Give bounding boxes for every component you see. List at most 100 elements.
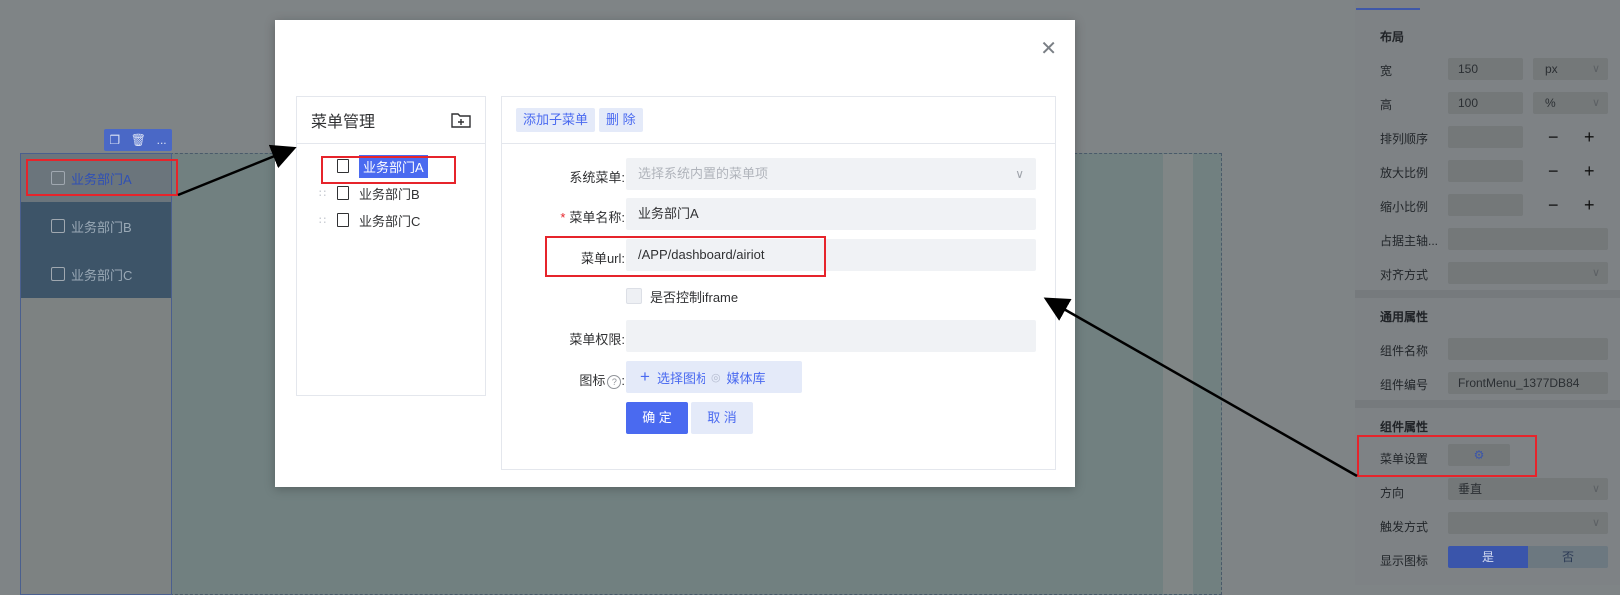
system-menu-label: 系统菜单: xyxy=(569,170,625,185)
section-divider xyxy=(1355,290,1620,298)
annotation-box-menu-settings xyxy=(1357,435,1537,477)
permission-label: 菜单权限: xyxy=(569,332,625,347)
annotation-box-menu-url xyxy=(545,236,826,277)
chevron-down-icon: ∨ xyxy=(1591,517,1600,529)
tree-node[interactable]: ∷ 业务部门C xyxy=(319,208,420,232)
component-name-label: 组件名称 xyxy=(1380,344,1429,358)
system-menu-select[interactable]: 选择系统内置的菜单项 ∨ xyxy=(626,158,1036,190)
component-id-label: 组件编号 xyxy=(1380,378,1429,392)
icon-field-label: 图标?: xyxy=(579,373,625,389)
align-label: 对齐方式 xyxy=(1380,268,1429,282)
confirm-button[interactable]: 确 定 xyxy=(626,402,688,434)
add-child-menu-button[interactable]: 添加子菜单 xyxy=(516,108,596,132)
show-icon-yes-button[interactable]: 是 xyxy=(1448,546,1528,568)
file-icon xyxy=(51,219,65,233)
canvas-scroll-strip xyxy=(1163,154,1193,594)
iframe-checkbox-label: 是否控制iframe xyxy=(650,290,739,305)
menu-name-input[interactable]: 业务部门A xyxy=(626,198,1036,230)
drag-handle-icon[interactable]: ∷ xyxy=(319,187,337,200)
help-icon[interactable]: ? xyxy=(607,375,622,389)
shrink-minus-button[interactable]: − xyxy=(1548,194,1559,216)
copy-icon[interactable]: ❐ xyxy=(109,133,120,147)
trigger-label: 触发方式 xyxy=(1380,520,1429,534)
section-title-general: 通用属性 xyxy=(1380,310,1429,324)
shrink-label: 缩小比例 xyxy=(1380,200,1429,214)
width-unit-value: px xyxy=(1545,62,1558,76)
width-label: 宽 xyxy=(1380,64,1393,78)
direction-select[interactable]: 垂直 ∨ xyxy=(1448,478,1608,500)
trash-icon[interactable]: 🗑 xyxy=(131,133,146,147)
grow-minus-button[interactable]: − xyxy=(1548,160,1559,182)
shrink-input[interactable] xyxy=(1448,194,1523,216)
menu-tree-title: 菜单管理 xyxy=(311,114,376,131)
menu-tree-panel: 菜单管理 业务部门A ∷ 业务部门B ∷ 业务部门C xyxy=(296,96,486,396)
chevron-down-icon: ∨ xyxy=(1591,483,1600,495)
choose-icon-button[interactable]: 选择图标 xyxy=(657,368,705,387)
active-tab-indicator xyxy=(1356,8,1420,10)
more-button[interactable]: ... xyxy=(157,133,167,147)
align-select[interactable]: ∨ xyxy=(1448,262,1608,284)
canvas-menu-item[interactable]: 业务部门B xyxy=(21,202,171,250)
file-icon xyxy=(51,267,65,281)
permission-input[interactable] xyxy=(626,320,1036,352)
annotation-box-canvas-item xyxy=(26,159,178,196)
plus-icon: + xyxy=(640,367,650,386)
chevron-down-icon: ∨ xyxy=(1015,167,1024,181)
tree-node[interactable]: ∷ 业务部门B xyxy=(319,181,420,205)
width-unit-select[interactable]: px ∨ xyxy=(1533,58,1608,80)
canvas-menu-item[interactable]: 业务部门C xyxy=(21,250,171,298)
height-input[interactable]: 100 xyxy=(1448,92,1523,114)
section-title-layout: 布局 xyxy=(1380,30,1405,44)
show-icon-no-button[interactable]: 否 xyxy=(1528,546,1608,568)
delete-menu-button[interactable]: 删 除 xyxy=(599,108,643,132)
grow-input[interactable] xyxy=(1448,160,1523,182)
section-divider xyxy=(1355,400,1620,408)
chevron-down-icon: ∨ xyxy=(1591,97,1600,109)
height-unit-select[interactable]: % ∨ xyxy=(1533,92,1608,114)
shrink-plus-button[interactable]: + xyxy=(1584,194,1595,216)
iframe-checkbox[interactable] xyxy=(626,288,642,304)
canvas-menu: 业务部门A 业务部门B 业务部门C xyxy=(20,153,172,595)
system-menu-placeholder: 选择系统内置的菜单项 xyxy=(638,166,769,181)
grow-plus-button[interactable]: + xyxy=(1584,160,1595,182)
basis-input[interactable] xyxy=(1448,228,1608,250)
chevron-down-icon: ∨ xyxy=(1591,63,1600,75)
canvas-menu-item-label: 业务部门C xyxy=(71,267,133,283)
tree-node-label: 业务部门B xyxy=(359,186,420,202)
tree-node-label: 业务部门C xyxy=(359,213,421,229)
direction-value: 垂直 xyxy=(1458,482,1483,496)
icon-field-label-text: 图标 xyxy=(579,373,606,388)
media-library-button[interactable]: 媒体库 xyxy=(727,368,766,387)
height-label: 高 xyxy=(1380,98,1393,112)
component-id-input[interactable]: FrontMenu_1377DB84 xyxy=(1448,372,1608,394)
menu-form-panel: 添加子菜单 删 除 系统菜单: 选择系统内置的菜单项 ∨ * 菜单名称: 业务部门… xyxy=(501,96,1056,470)
menu-name-label-text: 菜单名称: xyxy=(569,210,625,225)
order-input[interactable] xyxy=(1448,126,1523,148)
drag-handle-icon[interactable]: ∷ xyxy=(319,214,337,227)
grow-label: 放大比例 xyxy=(1380,166,1429,180)
close-icon[interactable]: ✕ xyxy=(1040,36,1057,61)
file-icon xyxy=(337,186,349,200)
canvas-menu-item-label: 业务部门B xyxy=(71,219,132,235)
component-name-input[interactable] xyxy=(1448,338,1608,360)
height-unit-value: % xyxy=(1545,96,1556,110)
width-input[interactable]: 150 xyxy=(1448,58,1523,80)
menu-name-label: * 菜单名称: xyxy=(560,207,625,226)
direction-label: 方向 xyxy=(1380,486,1405,500)
section-title-component: 组件属性 xyxy=(1380,420,1429,434)
icon-picker-group: + 选择图标 ◎ 媒体库 xyxy=(626,361,802,393)
order-label: 排列顺序 xyxy=(1380,132,1429,146)
file-icon xyxy=(337,213,349,227)
property-panel: 布局 宽 150 px ∨ 高 100 % ∨ 排列顺序 − + 放大比例 − + … xyxy=(1355,0,1620,585)
chevron-down-icon: ∨ xyxy=(1591,267,1600,279)
annotation-box-tree-node xyxy=(321,156,456,184)
component-toolbar: ❐ 🗑 ... xyxy=(104,129,172,151)
order-minus-button[interactable]: − xyxy=(1548,126,1559,148)
image-icon: ◎ xyxy=(710,371,721,384)
folder-add-icon[interactable] xyxy=(451,112,471,128)
required-mark: * xyxy=(560,210,566,225)
order-plus-button[interactable]: + xyxy=(1584,126,1595,148)
show-icon-label: 显示图标 xyxy=(1380,554,1429,568)
cancel-button[interactable]: 取 消 xyxy=(691,402,753,434)
trigger-select[interactable]: ∨ xyxy=(1448,512,1608,534)
